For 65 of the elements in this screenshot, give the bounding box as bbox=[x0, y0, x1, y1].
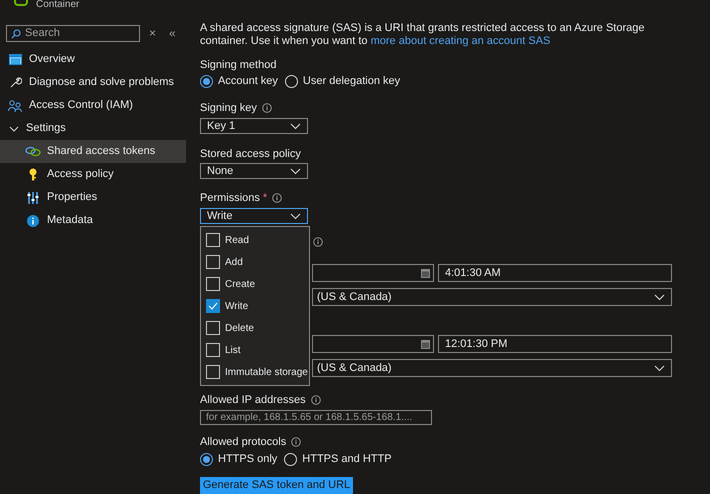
field-label: Allowed IP addresses bbox=[200, 393, 306, 408]
sidebar-item[interactable]: Shared access tokens bbox=[0, 140, 186, 163]
checkbox-option[interactable]: Delete bbox=[201, 317, 309, 339]
date-field[interactable] bbox=[312, 335, 434, 354]
chevron-down-icon bbox=[290, 212, 301, 220]
time-zone-select[interactable]: (US & Canada) bbox=[312, 288, 672, 306]
search-icon bbox=[11, 28, 21, 38]
calendar-icon bbox=[421, 268, 430, 278]
info-icon bbox=[291, 437, 302, 448]
field-label: Allowed protocols bbox=[200, 435, 286, 450]
radio-button[interactable]: Account key bbox=[200, 73, 278, 89]
collapse-sidebar-button[interactable]: « bbox=[169, 24, 176, 42]
info-icon bbox=[272, 193, 282, 203]
chevron-down-icon bbox=[290, 168, 301, 174]
checkbox-option[interactable]: List bbox=[201, 339, 309, 361]
time-field[interactable]: 12:01:30 PM bbox=[438, 335, 672, 354]
field-label: Signing key bbox=[200, 100, 257, 116]
checkbox-option[interactable]: Immutable storage bbox=[201, 361, 309, 383]
permissions-select[interactable]: Write bbox=[200, 208, 308, 224]
info-icon bbox=[313, 237, 323, 248]
info-icon bbox=[310, 395, 321, 406]
window-icon bbox=[8, 54, 22, 65]
sidebar-item[interactable]: Properties bbox=[0, 186, 186, 209]
checkbox-option[interactable]: Write bbox=[201, 295, 309, 317]
checkbox-option[interactable]: Create bbox=[201, 273, 309, 295]
ip-address-field[interactable]: for example, 168.1.5.65 or 168.1.5.65-168.1.... bbox=[200, 410, 432, 426]
sidebar-item[interactable]: Metadata bbox=[0, 209, 186, 232]
sidebar-item[interactable]: Access policy bbox=[0, 163, 186, 186]
radio-button[interactable]: HTTPS only bbox=[200, 451, 278, 468]
date-field[interactable] bbox=[312, 264, 434, 282]
signing-key-select[interactable]: Key 1 bbox=[200, 118, 308, 134]
field-label: Signing method bbox=[200, 58, 278, 71]
checkbox-option[interactable]: Read bbox=[201, 229, 309, 251]
chain-links-icon bbox=[25, 146, 41, 157]
checkbox-option[interactable]: Add bbox=[201, 251, 309, 273]
sidebar-item[interactable]: Diagnose and solve problems bbox=[0, 71, 186, 94]
sliders-icon bbox=[27, 192, 39, 204]
sidebar-item[interactable]: Access Control (IAM) bbox=[0, 94, 186, 117]
time-field[interactable]: 4:01:30 AM bbox=[438, 264, 672, 282]
radio-button[interactable]: HTTPS and HTTP bbox=[284, 451, 392, 468]
info-icon bbox=[262, 103, 272, 113]
wrench-icon bbox=[8, 76, 22, 89]
generate-sas-button[interactable]: Generate SAS token and URL bbox=[200, 477, 353, 494]
description: A shared access signature (SAS) is a URI that grants restricted access to an Azure Storage container. Use it when you want to more about creating an account SAS bbox=[200, 22, 646, 48]
sidebar-item[interactable]: Overview bbox=[0, 48, 186, 71]
info-icon bbox=[27, 214, 39, 226]
resource-type: Container bbox=[36, 0, 80, 11]
access-policy-select[interactable]: None bbox=[200, 163, 308, 179]
key-icon bbox=[29, 168, 37, 181]
search-field[interactable]: Search bbox=[6, 24, 140, 42]
chevron-icon bbox=[9, 126, 19, 132]
people-icon bbox=[8, 100, 22, 112]
field-label: Permissions bbox=[200, 190, 260, 206]
sas-help-link[interactable]: more about creating an account SAS bbox=[370, 35, 550, 47]
time-zone-select[interactable]: (US & Canada) bbox=[312, 359, 672, 378]
sidebar-group-header[interactable]: Settings bbox=[0, 117, 186, 140]
chevron-down-icon bbox=[654, 364, 665, 372]
field-label: Stored access policy bbox=[200, 147, 302, 160]
clear-search-button[interactable]: × bbox=[149, 24, 156, 42]
checkmark-icon bbox=[208, 302, 218, 310]
required-mark: * bbox=[262, 190, 268, 206]
calendar-icon bbox=[421, 340, 430, 349]
radio-button[interactable]: User delegation key bbox=[284, 73, 400, 89]
chevron-down-icon bbox=[290, 122, 301, 130]
chevron-down-icon bbox=[654, 294, 665, 301]
